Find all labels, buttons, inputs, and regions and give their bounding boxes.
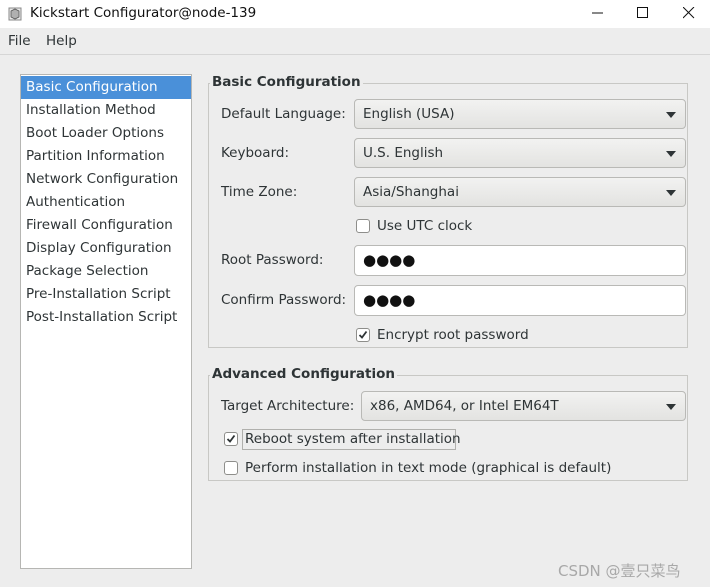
text-mode-install-checkbox[interactable] (224, 461, 238, 475)
confirm-password-input[interactable]: ●●●● (354, 285, 686, 316)
confirm-password-value: ●●●● (363, 291, 416, 309)
text-mode-install-label[interactable]: Perform installation in text mode (graph… (245, 460, 611, 476)
root-password-label: Root Password: (221, 252, 324, 268)
keyboard-label: Keyboard: (221, 145, 290, 161)
advanced-configuration-title: Advanced Configuration (210, 366, 397, 382)
sidebar-item-display-configuration[interactable]: Display Configuration (21, 237, 191, 260)
app-icon (8, 7, 22, 21)
sidebar-item-post-installation-script[interactable]: Post-Installation Script (21, 306, 191, 329)
sidebar-item-network-configuration[interactable]: Network Configuration (21, 168, 191, 191)
sidebar-item-authentication[interactable]: Authentication (21, 191, 191, 214)
time-zone-value: Asia/Shanghai (363, 184, 459, 200)
reboot-after-install-checkbox[interactable] (224, 432, 238, 446)
minimize-button[interactable] (575, 0, 621, 28)
basic-configuration-title: Basic Configuration (210, 74, 363, 90)
menu-help[interactable]: Help (46, 33, 77, 49)
time-zone-label: Time Zone: (221, 184, 298, 200)
sidebar-item-installation-method[interactable]: Installation Method (21, 99, 191, 122)
default-language-value: English (USA) (363, 106, 455, 122)
default-language-select[interactable]: English (USA) (354, 99, 686, 129)
maximize-icon (637, 7, 648, 18)
default-language-label: Default Language: (221, 106, 346, 122)
sidebar: Basic Configuration Installation Method … (20, 74, 192, 569)
encrypt-root-password-label[interactable]: Encrypt root password (377, 327, 529, 343)
target-architecture-label: Target Architecture: (221, 398, 355, 414)
sidebar-item-package-selection[interactable]: Package Selection (21, 260, 191, 283)
keyboard-value: U.S. English (363, 145, 444, 161)
reboot-after-install-label[interactable]: Reboot system after installation (245, 431, 461, 447)
sidebar-item-basic-configuration[interactable]: Basic Configuration (21, 76, 191, 99)
dropdown-arrow-icon (666, 151, 676, 157)
sidebar-item-boot-loader-options[interactable]: Boot Loader Options (21, 122, 191, 145)
watermark: CSDN @壹只菜鸟 (558, 562, 681, 580)
title-bar: Kickstart Configurator@node-139 (0, 0, 710, 28)
close-button[interactable] (666, 0, 710, 28)
sidebar-item-partition-information[interactable]: Partition Information (21, 145, 191, 168)
menu-file[interactable]: File (8, 33, 31, 49)
checkmark-icon (226, 434, 236, 443)
checkmark-icon (358, 330, 368, 339)
window-title: Kickstart Configurator@node-139 (30, 5, 257, 21)
minimize-icon (592, 12, 603, 14)
root-password-input[interactable]: ●●●● (354, 245, 686, 276)
menu-bar: File Help (0, 28, 710, 55)
encrypt-root-password-checkbox[interactable] (356, 328, 370, 342)
sidebar-item-pre-installation-script[interactable]: Pre-Installation Script (21, 283, 191, 306)
time-zone-select[interactable]: Asia/Shanghai (354, 177, 686, 207)
utc-clock-checkbox[interactable] (356, 219, 370, 233)
confirm-password-label: Confirm Password: (221, 292, 347, 308)
close-icon (683, 7, 695, 19)
utc-clock-label[interactable]: Use UTC clock (377, 218, 472, 234)
dropdown-arrow-icon (666, 190, 676, 196)
root-password-value: ●●●● (363, 251, 416, 269)
target-architecture-value: x86, AMD64, or Intel EM64T (370, 398, 559, 414)
keyboard-select[interactable]: U.S. English (354, 138, 686, 168)
maximize-button[interactable] (620, 0, 666, 28)
dropdown-arrow-icon (666, 404, 676, 410)
sidebar-item-firewall-configuration[interactable]: Firewall Configuration (21, 214, 191, 237)
target-architecture-select[interactable]: x86, AMD64, or Intel EM64T (361, 391, 686, 421)
dropdown-arrow-icon (666, 112, 676, 118)
